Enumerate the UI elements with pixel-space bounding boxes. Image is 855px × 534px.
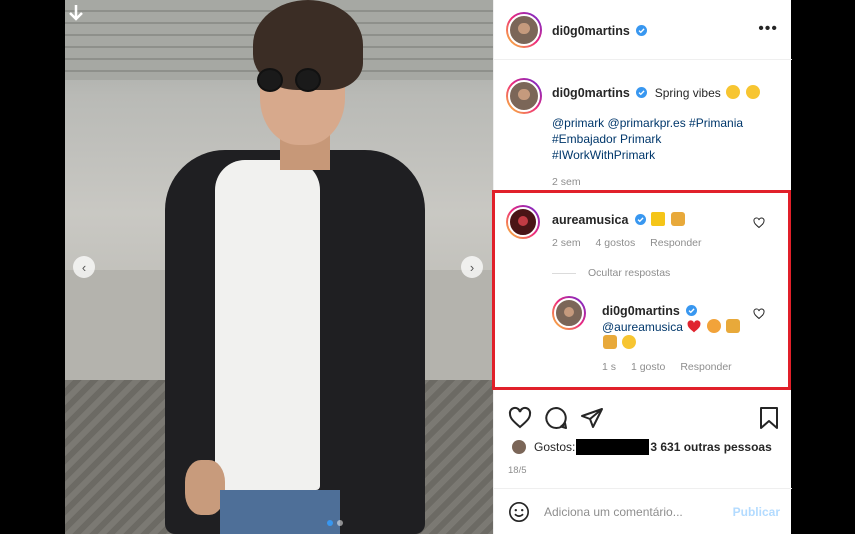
hide-replies-label[interactable]: Ocultar respostas [588, 267, 670, 279]
author-username[interactable]: di0g0martins [552, 24, 630, 38]
photo-shirt [215, 160, 320, 490]
comment-avatar[interactable] [506, 205, 540, 239]
post-photo[interactable] [65, 0, 493, 534]
hide-replies-toggle[interactable]: Ocultar respostas [552, 267, 670, 279]
caption-tags-line1[interactable]: @primark @primarkpr.es #Primania [552, 116, 743, 130]
likes-others[interactable]: 3 631 outras pessoas [650, 440, 771, 454]
fire-emoji-icon [706, 319, 721, 333]
reply-like-heart-icon[interactable] [753, 308, 765, 320]
post-date: 18/5 [508, 465, 527, 476]
reply-text-line2 [602, 334, 637, 352]
caption-text: Spring vibes [654, 86, 721, 100]
more-options-icon[interactable]: ••• [758, 20, 778, 38]
photo-sunglasses [257, 68, 327, 92]
carousel-prev-button[interactable]: ‹ [73, 256, 95, 278]
comment-username[interactable]: aureamusica [552, 213, 628, 227]
reply-username[interactable]: di0g0martins [602, 304, 680, 318]
reply-meta: 1 s 1 gosto Responder [602, 361, 744, 373]
save-bookmark-icon[interactable] [758, 406, 780, 430]
hands-emoji-icon [670, 212, 685, 226]
photo-hand [185, 460, 225, 515]
hide-replies-divider [552, 272, 576, 274]
like-heart-icon[interactable] [508, 406, 532, 430]
post-action-bar [494, 400, 792, 436]
emoji-picker-icon[interactable] [508, 501, 530, 523]
hashtag-embajador[interactable]: #Embajador Primark [552, 132, 661, 146]
author-avatar[interactable] [506, 12, 542, 48]
likes-prefix: Gostos: [534, 440, 576, 454]
comment-reply-button[interactable]: Responder [650, 237, 701, 249]
reply-avatar[interactable] [552, 296, 586, 330]
hands-emoji-icon [726, 319, 741, 333]
verified-badge-icon [634, 214, 646, 225]
caption-tags-line3[interactable]: #IWorkWithPrimark [552, 148, 655, 162]
caption-time: 2 sem [552, 176, 581, 188]
liker-avatar [512, 440, 526, 454]
reply-likes[interactable]: 1 gosto [631, 361, 665, 373]
likes-summary[interactable]: Gostos: 3 631 outras pessoas [512, 438, 782, 456]
yellow-heart-emoji-icon [651, 212, 666, 226]
reply-time: 1 s [602, 361, 617, 373]
comment-first-line: aureamusica [552, 211, 752, 229]
post-header: di0g0martins ••• [494, 0, 792, 60]
post-side-panel: di0g0martins ••• di0g0martins Spring vib… [493, 0, 792, 534]
publish-button[interactable]: Publicar [733, 505, 780, 519]
reply-mention[interactable]: @aureamusica [602, 320, 683, 334]
red-heart-emoji-icon [687, 320, 701, 333]
caption-first-line: di0g0martins Spring vibes [552, 84, 782, 102]
comment-input[interactable]: Adiciona um comentário... [544, 505, 683, 519]
photo-jeans [220, 490, 340, 534]
comment-meta: 2 sem 4 gostos Responder [552, 237, 714, 249]
verified-badge-icon [636, 87, 648, 98]
chevron-left-icon: ‹ [81, 259, 87, 275]
grin-emoji-icon [745, 85, 760, 99]
caption-tags-line2: #Embajador Primark [552, 132, 661, 146]
download-arrow-icon[interactable] [68, 4, 84, 22]
heart-eyes-emoji-icon [622, 335, 637, 349]
comment-input-bar: Adiciona um comentário... Publicar [494, 488, 792, 534]
sunglasses-emoji-icon [726, 85, 741, 99]
redacted-name [576, 439, 650, 455]
verified-badge-icon [636, 25, 648, 36]
photo-person [165, 0, 425, 534]
hands-emoji-icon [603, 335, 617, 349]
caption-username[interactable]: di0g0martins [552, 86, 630, 100]
comment-bubble-icon[interactable] [544, 406, 568, 430]
caption-avatar[interactable] [506, 78, 542, 114]
comment-like-heart-icon[interactable] [753, 217, 765, 229]
verified-badge-icon [686, 305, 698, 316]
carousel-dots [327, 520, 343, 526]
reply-reply-button[interactable]: Responder [680, 361, 731, 373]
share-plane-icon[interactable] [580, 406, 604, 430]
chevron-right-icon: › [469, 259, 475, 275]
comment-time: 2 sem [552, 237, 581, 249]
comment-likes[interactable]: 4 gostos [596, 237, 636, 249]
carousel-next-button[interactable]: › [461, 256, 483, 278]
